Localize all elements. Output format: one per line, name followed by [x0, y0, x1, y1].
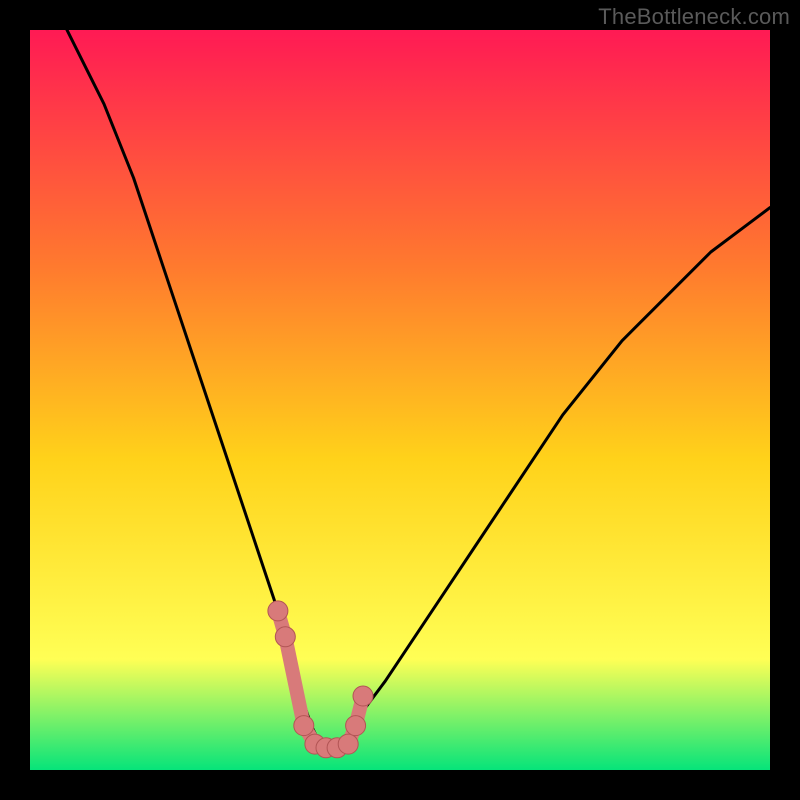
- marker-dot: [294, 716, 314, 736]
- chart-frame: TheBottleneck.com: [0, 0, 800, 800]
- marker-dot: [275, 627, 295, 647]
- marker-dot: [338, 734, 358, 754]
- watermark-text: TheBottleneck.com: [598, 4, 790, 30]
- bottleneck-chart: [30, 30, 770, 770]
- marker-dot: [353, 686, 373, 706]
- marker-dot: [268, 601, 288, 621]
- marker-dot: [346, 716, 366, 736]
